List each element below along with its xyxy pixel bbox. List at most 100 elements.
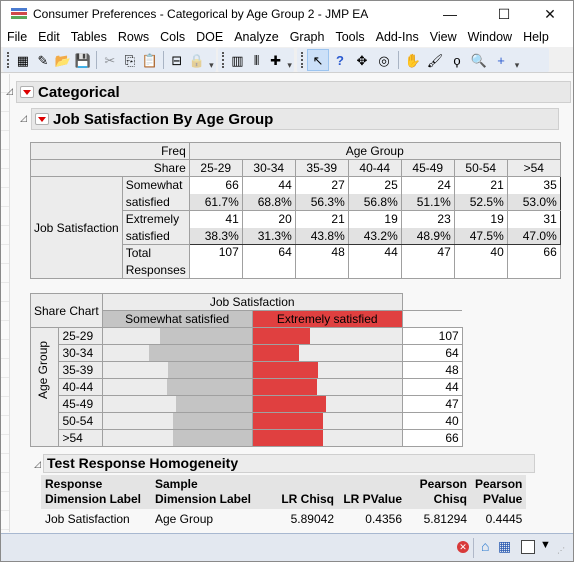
test-cell: 0.4445	[485, 512, 523, 526]
menu-graph[interactable]: Graph	[284, 27, 330, 47]
jmp-app-icon	[11, 8, 27, 20]
error-icon[interactable]: ✕	[457, 541, 469, 553]
legend-somewhat: Somewhat satisfied	[101, 310, 253, 328]
extremely-bar	[252, 345, 300, 361]
title-bar: Consumer Preferences - Categorical by Ag…	[1, 1, 573, 27]
freq-cell: 27	[294, 176, 349, 194]
menu-view[interactable]: View	[424, 27, 462, 47]
test-cell: Job Satisfaction	[45, 512, 130, 526]
somewhat-bar	[149, 345, 252, 361]
freq-cell: 19	[347, 210, 402, 228]
extremely-bar-cell	[251, 395, 403, 413]
data-grid-icon[interactable]: ▥	[228, 49, 247, 71]
share-chart-row: >54 66	[31, 429, 463, 447]
brush-tool-icon[interactable]: 🖌	[424, 49, 446, 71]
data-table-icon[interactable]: ▦	[498, 538, 511, 555]
freq-cell: 21	[294, 210, 349, 228]
outline-subtitle: Job Satisfaction By Age Group	[53, 110, 274, 128]
resize-grip-icon[interactable]: ⋰	[557, 546, 565, 555]
journal-icon[interactable]: ⊟	[167, 49, 187, 71]
help-tool-icon[interactable]: ?	[329, 49, 351, 71]
column-header: 45-49	[400, 159, 455, 177]
save-icon[interactable]: 💾	[73, 49, 93, 71]
window-list-icon[interactable]	[521, 540, 535, 554]
somewhat-bar	[175, 396, 252, 412]
red-triangle-menu-icon[interactable]	[20, 86, 34, 98]
categorical-outline: Categorical	[16, 81, 571, 103]
grabber-tool-icon[interactable]: ✋	[402, 49, 424, 71]
test-table: Response Dimension Label Sample Dimension L…	[41, 475, 527, 529]
header-line: LR Chisq	[281, 492, 334, 506]
file-toolbar: ▦ ✎ 📂 💾 ✂ ⎘ 📋 ⊟ 🔒 ▾	[3, 48, 216, 72]
toolbar-grip[interactable]	[301, 52, 304, 68]
menu-analyze[interactable]: Analyze	[228, 27, 283, 47]
menu-tables[interactable]: Tables	[65, 27, 112, 47]
arrow-tool-icon[interactable]: ↖	[307, 49, 329, 71]
disclosure-icon[interactable]: ◿	[20, 113, 27, 124]
menu-edit[interactable]: Edit	[32, 27, 65, 47]
toolbar-overflow-icon[interactable]: ▾	[285, 49, 294, 71]
header-line: Dimension Label	[155, 492, 252, 506]
toolbar-overflow-icon[interactable]: ▾	[512, 49, 522, 71]
new-script-icon[interactable]: ✎	[33, 49, 53, 71]
disclosure-icon[interactable]: ◿	[34, 459, 41, 470]
cut-icon[interactable]: ✂	[100, 49, 120, 71]
selection-tool-icon[interactable]: ✥	[351, 49, 373, 71]
lasso-tool-icon[interactable]: ϙ	[446, 49, 468, 71]
age-label: 50-54	[58, 412, 103, 430]
freq-cell: 25	[347, 176, 402, 194]
share-chart-row: Age Group 25-29 107	[29, 327, 463, 447]
row-label: Somewhat	[121, 176, 190, 194]
toolbar-separator	[162, 51, 164, 69]
copy-icon[interactable]: ⎘	[120, 49, 140, 71]
scroller-tool-icon[interactable]: ◎	[373, 49, 395, 71]
new-data-table-icon[interactable]: ▦	[13, 49, 33, 71]
paste-icon[interactable]: 📋	[140, 49, 160, 71]
menu-tools[interactable]: Tools	[329, 27, 369, 47]
jmp-window: Consumer Preferences - Categorical by Ag…	[0, 0, 574, 562]
menu-rows[interactable]: Rows	[112, 27, 154, 47]
row-label: satisfied	[121, 193, 190, 211]
test-cell: 5.81294	[423, 512, 467, 526]
test-cell: 0.4356	[365, 512, 402, 526]
age-group-header: Age Group	[188, 142, 561, 160]
header-line: PValue	[483, 492, 523, 506]
test-column-header: LR PValue	[338, 475, 406, 509]
menu-doe[interactable]: DOE	[190, 27, 228, 47]
minimize-button[interactable]: —	[427, 1, 473, 27]
open-folder-icon[interactable]: 📂	[53, 49, 73, 71]
lock-icon[interactable]: 🔒	[187, 49, 207, 71]
menu-window[interactable]: Window	[462, 27, 517, 47]
share-cell: 47.0%	[506, 227, 561, 245]
menu-help[interactable]: Help	[517, 27, 554, 47]
magnifier-tool-icon[interactable]: 🔍	[468, 49, 490, 71]
test-column-header: LR Chisq	[266, 475, 338, 509]
add-image-icon[interactable]: ✚	[266, 49, 285, 71]
menu-file[interactable]: File	[1, 27, 32, 47]
menu-addins[interactable]: Add-Ins	[370, 27, 424, 47]
toolbar-grip[interactable]	[222, 52, 225, 68]
home-icon[interactable]: ⌂	[481, 538, 489, 554]
freq-cell: 23	[400, 210, 455, 228]
menu-cols[interactable]: Cols	[154, 27, 190, 47]
n-cell: 44	[401, 378, 463, 396]
close-button[interactable]: ✕	[527, 1, 573, 27]
columns-icon[interactable]: ⫴	[247, 49, 266, 71]
disclosure-icon[interactable]: ◿	[6, 86, 13, 97]
total-cell: 48	[294, 244, 349, 279]
chevron-down-icon[interactable]: ▼	[540, 539, 551, 551]
n-cell: 47	[401, 395, 463, 413]
age-label: 45-49	[58, 395, 103, 413]
toolbar-overflow-icon[interactable]: ▾	[207, 49, 216, 71]
somewhat-bar-cell	[101, 429, 253, 447]
share-cell: 56.8%	[347, 193, 402, 211]
header-line	[342, 477, 402, 492]
crosshair-tool-icon[interactable]: +	[490, 49, 512, 71]
maximize-button[interactable]: ☐	[481, 1, 527, 27]
age-label: 40-44	[58, 378, 103, 396]
toolbar-grip[interactable]	[7, 52, 10, 68]
header-line: LR PValue	[343, 492, 402, 506]
share-cell: 43.2%	[347, 227, 402, 245]
red-triangle-menu-icon[interactable]	[35, 113, 49, 125]
somewhat-bar-cell	[101, 344, 253, 362]
